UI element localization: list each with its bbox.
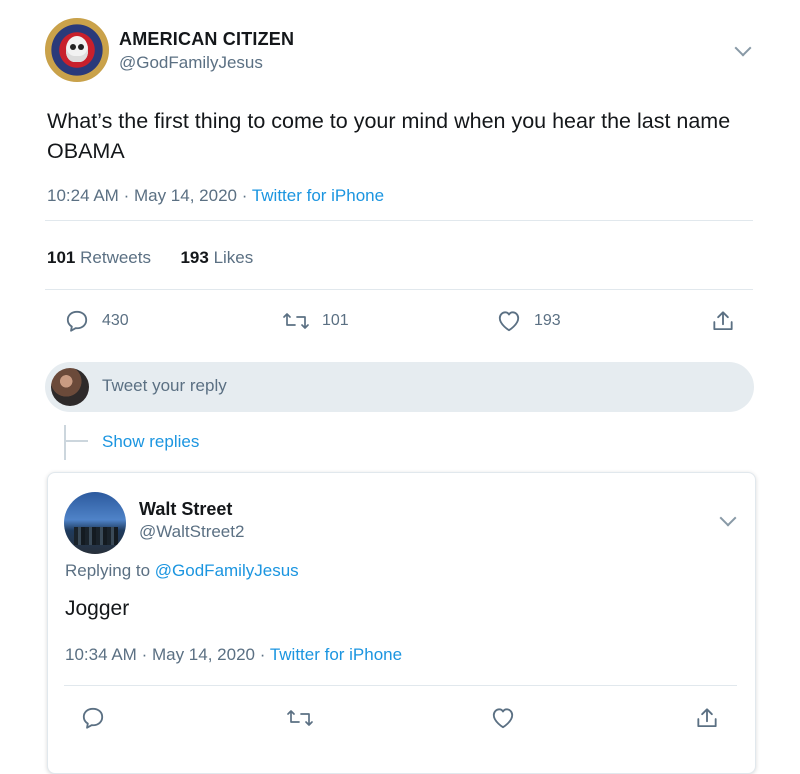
replying-to-handle[interactable]: @GodFamilyJesus	[155, 561, 299, 580]
thread-connector-line	[64, 425, 66, 460]
retweet-arrows-icon	[283, 313, 309, 329]
thread-connector-branch	[64, 440, 88, 442]
retweet-button[interactable]	[286, 705, 314, 731]
speech-bubble-icon	[82, 707, 104, 729]
meta-separator: ·	[241, 186, 248, 205]
retweets-count: 101	[47, 248, 76, 267]
current-user-avatar	[51, 368, 89, 406]
share-button[interactable]	[694, 705, 720, 731]
reply-button[interactable]: 430	[64, 308, 129, 334]
like-count: 193	[534, 312, 561, 329]
meta-separator: ·	[141, 645, 148, 664]
reply-author-handle[interactable]: @WaltStreet2	[139, 522, 244, 542]
author-handle[interactable]: @GodFamilyJesus	[119, 53, 263, 73]
reply-composer[interactable]: Tweet your reply	[45, 362, 754, 412]
share-upload-icon	[697, 708, 717, 728]
tweet-date[interactable]: May 14, 2020	[134, 186, 237, 205]
heart-icon	[492, 708, 514, 729]
reply-button[interactable]	[80, 705, 106, 731]
retweets-stat[interactable]: 101 Retweets	[47, 248, 151, 267]
retweet-arrows-icon	[287, 710, 313, 726]
reply-tweet-source-link[interactable]: Twitter for iPhone	[270, 645, 402, 664]
divider	[45, 289, 753, 290]
likes-count: 193	[180, 248, 209, 267]
meta-separator: ·	[123, 186, 130, 205]
share-upload-icon	[713, 311, 733, 331]
reply-tweet-time[interactable]: 10:34 AM	[65, 645, 137, 664]
reply-input-placeholder[interactable]: Tweet your reply	[102, 376, 227, 396]
reply-tweet-text: Jogger	[65, 597, 130, 620]
share-button[interactable]	[710, 308, 736, 334]
tweet-meta: 10:24 AM · May 14, 2020 · Twitter for iP…	[47, 186, 384, 206]
skull-logo-icon	[66, 36, 88, 62]
author-avatar[interactable]	[45, 18, 109, 82]
like-button[interactable]	[490, 705, 516, 731]
tweet-time[interactable]: 10:24 AM	[47, 186, 119, 205]
like-button[interactable]: 193	[496, 308, 561, 334]
retweets-label: Retweets	[80, 248, 151, 267]
speech-bubble-icon	[66, 310, 88, 332]
reply-tweet-meta: 10:34 AM · May 14, 2020 · Twitter for iP…	[65, 645, 402, 665]
replying-prefix: Replying to	[65, 561, 151, 580]
meta-separator: ·	[259, 645, 266, 664]
retweet-button[interactable]: 101	[282, 308, 349, 334]
author-display-name[interactable]: AMERICAN CITIZEN	[119, 29, 294, 50]
engagement-stats: 101 Retweets 193 Likes	[47, 248, 253, 268]
divider	[64, 685, 737, 686]
reply-tweet-date[interactable]: May 14, 2020	[152, 645, 255, 664]
reply-count: 430	[102, 312, 129, 329]
retweet-count: 101	[322, 312, 349, 329]
tweet-source-link[interactable]: Twitter for iPhone	[252, 186, 384, 205]
reply-author-display-name[interactable]: Walt Street	[139, 499, 232, 520]
chevron-down-icon[interactable]	[734, 39, 752, 57]
show-replies-link[interactable]: Show replies	[102, 432, 199, 452]
likes-label: Likes	[213, 248, 254, 267]
likes-stat[interactable]: 193 Likes	[180, 248, 253, 267]
tweet-text: What’s the first thing to come to your m…	[47, 109, 731, 163]
heart-icon	[498, 311, 520, 332]
reply-author-avatar[interactable]	[64, 492, 126, 554]
replying-to-line: Replying to @GodFamilyJesus	[65, 561, 299, 581]
divider	[45, 220, 753, 221]
